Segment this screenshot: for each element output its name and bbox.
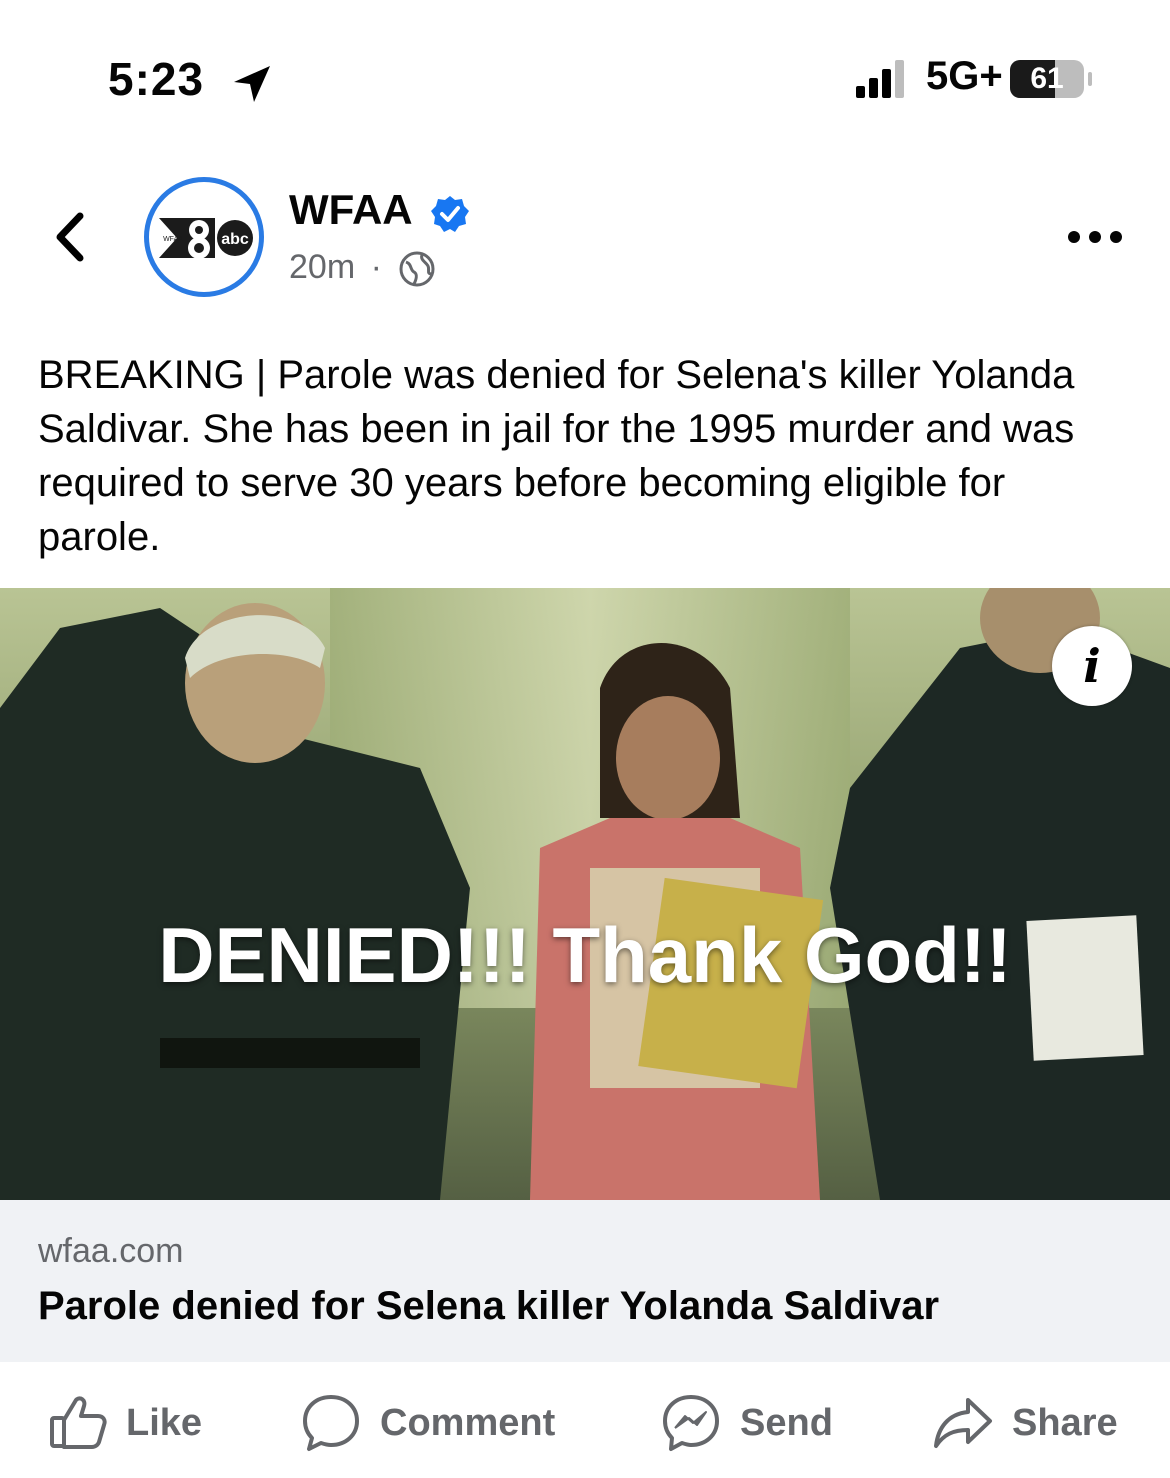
messenger-icon [663,1395,719,1451]
info-icon[interactable]: i [1052,626,1132,706]
like-button[interactable]: Like [48,1392,218,1456]
wfaa-logo-icon: abc WFAA [159,218,253,259]
send-label: Send [740,1402,833,1444]
thumbs-up-icon [50,1396,107,1449]
post-image[interactable] [0,588,1170,1200]
status-bar: 5:23 5G+ 61 [0,0,1170,130]
page-avatar[interactable]: abc WFAA [144,177,264,297]
battery-percent: 61 [1030,62,1064,95]
signal-icon [856,60,904,98]
share-button[interactable]: Share [932,1392,1142,1456]
share-label: Share [1012,1402,1118,1444]
status-time: 5:23 [108,53,205,105]
post-text: BREAKING | Parole was denied for Selena'… [38,353,1075,559]
logo-small-text: WFAA [163,236,183,243]
network-label: 5G+ [926,54,1003,98]
post-meta: 20m · [289,248,382,287]
share-arrow-icon [934,1398,992,1448]
comment-bubble-icon [303,1395,359,1451]
link-domain[interactable]: wfaa.com [38,1232,184,1271]
link-preview[interactable] [0,1200,1170,1362]
comment-label: Comment [380,1402,556,1444]
more-options-icon[interactable] [1066,226,1126,248]
location-arrow-icon [234,66,270,102]
comment-button[interactable]: Comment [300,1392,570,1456]
globe-icon [399,251,435,287]
like-label: Like [126,1402,203,1444]
meta-separator: · [370,248,382,286]
back-chevron-icon[interactable] [50,210,90,264]
send-button[interactable]: Send [660,1392,850,1456]
post-time: 20m [289,248,356,286]
image-overlay-caption: DENIED!!! Thank God!! [158,911,1012,999]
logo-network-text: abc [221,231,249,248]
page-name[interactable]: WFAA [289,186,413,234]
link-title[interactable]: Parole denied for Selena killer Yolanda … [38,1284,939,1329]
courthouse-scene-image [0,588,1170,1200]
battery-nub [1088,72,1092,86]
verified-badge-icon [431,196,469,232]
battery-icon: 61 [1010,60,1084,98]
